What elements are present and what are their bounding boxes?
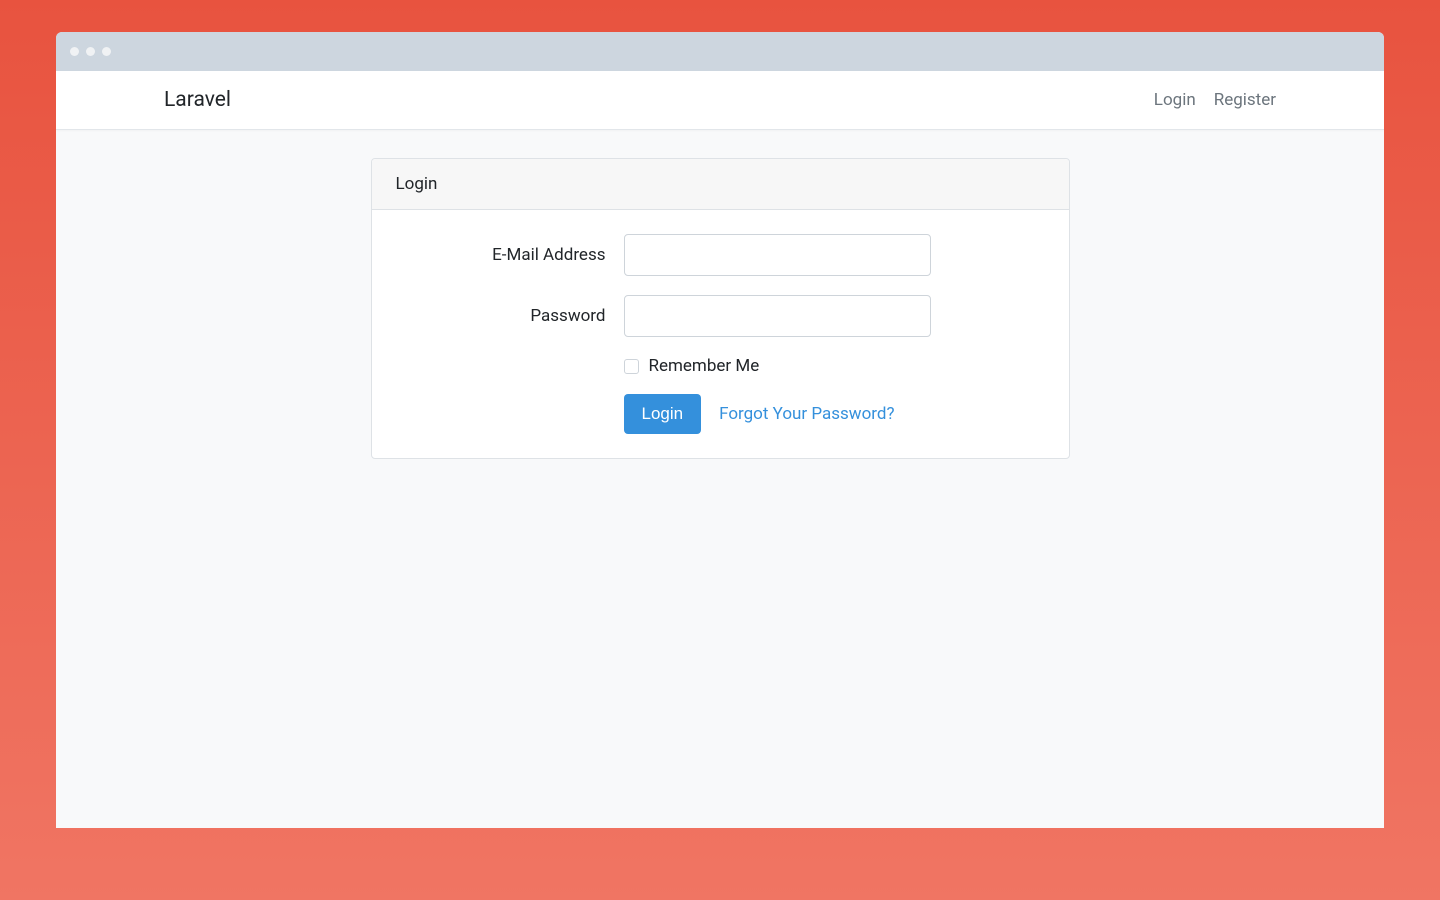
remember-checkbox[interactable] xyxy=(624,359,639,374)
nav-link-login[interactable]: Login xyxy=(1154,90,1196,110)
email-field[interactable] xyxy=(624,234,931,276)
browser-window: Laravel Login Register Login E-Mail Addr… xyxy=(56,32,1384,828)
email-row: E-Mail Address xyxy=(396,234,1045,276)
password-row: Password xyxy=(396,295,1045,337)
forgot-password-link[interactable]: Forgot Your Password? xyxy=(719,404,894,424)
navbar-brand[interactable]: Laravel xyxy=(164,88,231,112)
window-dot-close-icon[interactable] xyxy=(70,47,79,56)
navbar-nav: Login Register xyxy=(1154,90,1276,110)
remember-row: Remember Me xyxy=(396,356,1045,376)
window-dot-maximize-icon[interactable] xyxy=(102,47,111,56)
remember-label: Remember Me xyxy=(649,356,760,376)
window-dot-minimize-icon[interactable] xyxy=(86,47,95,56)
card-header: Login xyxy=(372,159,1069,210)
password-field[interactable] xyxy=(624,295,931,337)
email-label: E-Mail Address xyxy=(396,245,624,265)
browser-chrome xyxy=(56,32,1384,71)
card-body: E-Mail Address Password Remember Me Logi… xyxy=(372,210,1069,458)
login-button[interactable]: Login xyxy=(624,394,702,434)
password-label: Password xyxy=(396,306,624,326)
login-card: Login E-Mail Address Password Remember M… xyxy=(371,158,1070,459)
action-row: Login Forgot Your Password? xyxy=(396,394,1045,434)
content-area: Login E-Mail Address Password Remember M… xyxy=(56,130,1384,459)
navbar: Laravel Login Register xyxy=(56,71,1384,130)
nav-link-register[interactable]: Register xyxy=(1214,90,1276,110)
